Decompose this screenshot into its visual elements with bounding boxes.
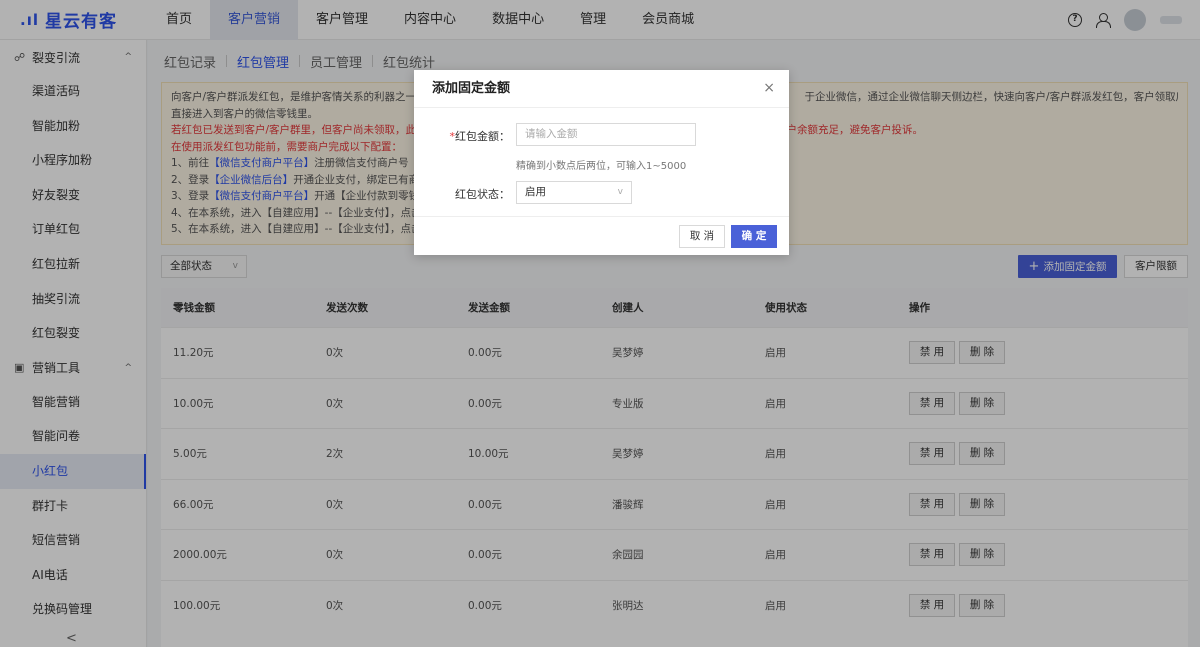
close-icon[interactable]: × [763, 81, 775, 95]
status-select[interactable]: 启用 v [516, 181, 632, 204]
confirm-button[interactable]: 确 定 [731, 225, 777, 248]
dialog-title: 添加固定金额 [414, 70, 789, 108]
chevron-down-icon: v [617, 187, 623, 197]
add-fixed-amount-dialog: 添加固定金额 × *红包金额： 请输入金额 精确到小数点后两位，可输入1~500… [414, 70, 789, 255]
status-select-value: 启用 [525, 186, 546, 198]
amount-hint: 精确到小数点后两位，可输入1~5000 [516, 161, 687, 172]
amount-label-text: 红包金额： [455, 130, 510, 143]
status-label: 红包状态： [455, 188, 510, 201]
amount-input[interactable]: 请输入金额 [516, 123, 696, 146]
cancel-button[interactable]: 取 消 [679, 225, 725, 248]
amount-label: *红包金额： [414, 128, 511, 144]
dialog-footer: 取 消 确 定 [414, 216, 789, 255]
